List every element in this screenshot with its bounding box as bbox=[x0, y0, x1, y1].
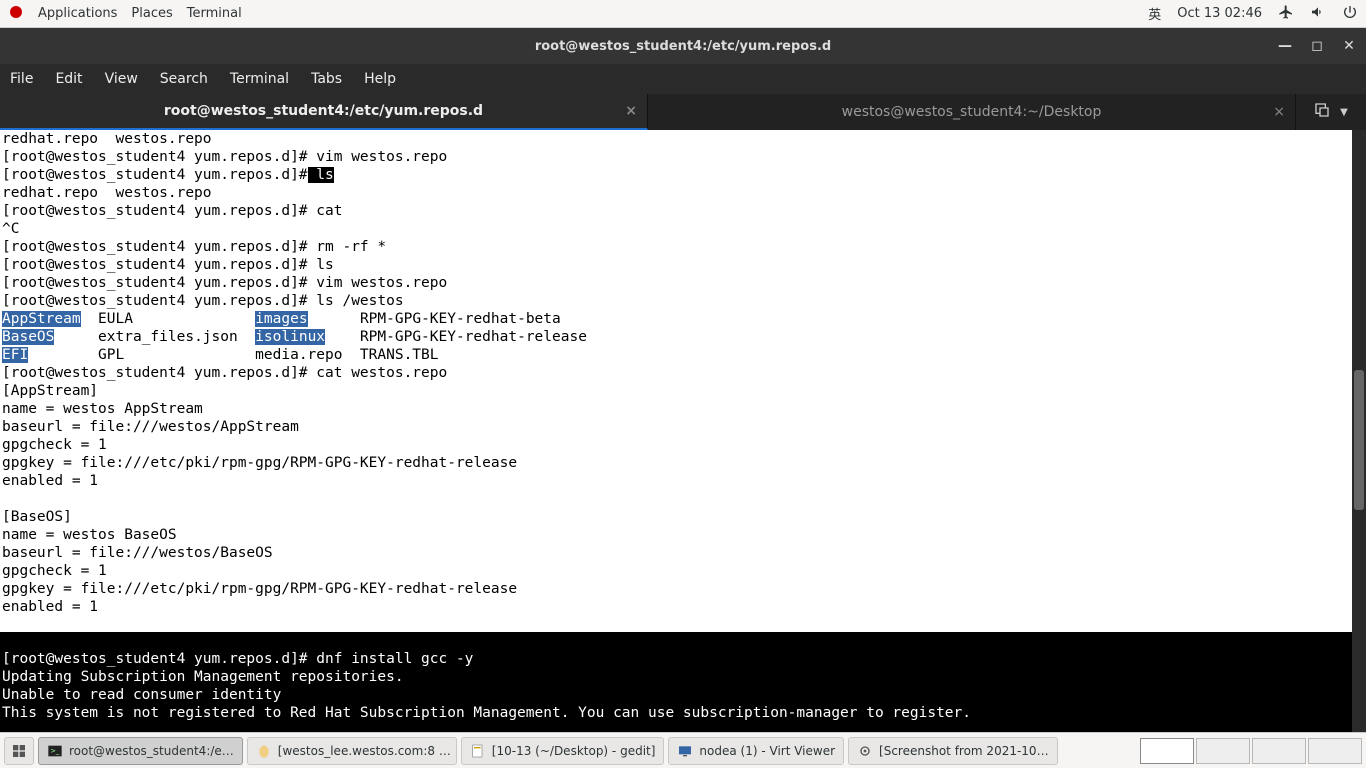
task-egg[interactable]: [westos_lee.westos.com:8 … bbox=[247, 737, 457, 765]
task-screenshot[interactable]: [Screenshot from 2021-10… bbox=[848, 737, 1058, 765]
dir-efi: EFI bbox=[2, 347, 28, 363]
menu-search[interactable]: Search bbox=[160, 71, 208, 87]
tab-label: westos@westos_student4:~/Desktop bbox=[842, 104, 1102, 120]
scrollbar-thumb[interactable] bbox=[1354, 370, 1364, 510]
airplane-mode-icon[interactable] bbox=[1278, 4, 1294, 24]
workspace-3[interactable] bbox=[1252, 738, 1306, 764]
svg-text:>_: >_ bbox=[50, 747, 60, 755]
task-terminal[interactable]: >_ root@westos_student4:/e… bbox=[38, 737, 243, 765]
tab-close-icon[interactable]: × bbox=[1273, 104, 1285, 120]
workspace-2[interactable] bbox=[1196, 738, 1250, 764]
task-label: root@westos_student4:/e… bbox=[69, 744, 234, 758]
tab-overflow-controls: ▼ bbox=[1296, 94, 1366, 130]
show-desktop-button[interactable] bbox=[4, 737, 34, 765]
close-button[interactable]: ✕ bbox=[1338, 35, 1360, 57]
task-gedit[interactable]: [10-13 (~/Desktop) - gedit] bbox=[461, 737, 665, 765]
menu-bar: File Edit View Search Terminal Tabs Help bbox=[0, 64, 1366, 94]
menu-file[interactable]: File bbox=[10, 71, 33, 87]
power-icon[interactable] bbox=[1342, 4, 1358, 24]
clock[interactable]: Oct 13 02:46 bbox=[1177, 6, 1262, 21]
dir-appstream: AppStream bbox=[2, 311, 81, 327]
task-label: [westos_lee.westos.com:8 … bbox=[278, 744, 451, 758]
tab-dropdown-icon[interactable]: ▼ bbox=[1340, 107, 1348, 118]
tab-label: root@westos_student4:/etc/yum.repos.d bbox=[164, 103, 483, 119]
workspace-1[interactable] bbox=[1140, 738, 1194, 764]
input-method-indicator[interactable]: 英 bbox=[1148, 4, 1161, 23]
terminal-scrollbar[interactable] bbox=[1352, 130, 1366, 732]
places-menu[interactable]: Places bbox=[131, 6, 172, 21]
minimize-button[interactable]: — bbox=[1274, 35, 1296, 57]
tab-westos-desktop[interactable]: westos@westos_student4:~/Desktop × bbox=[648, 94, 1296, 130]
workspace-switcher[interactable] bbox=[1140, 738, 1362, 764]
workspace-4[interactable] bbox=[1308, 738, 1362, 764]
menu-view[interactable]: View bbox=[105, 71, 138, 87]
menu-tabs[interactable]: Tabs bbox=[311, 71, 342, 87]
tab-root-yumreposd[interactable]: root@westos_student4:/etc/yum.repos.d × bbox=[0, 94, 648, 130]
gnome-bottom-panel: >_ root@westos_student4:/e… [westos_lee.… bbox=[0, 732, 1366, 768]
task-label: nodea (1) - Virt Viewer bbox=[699, 744, 835, 758]
window-titlebar[interactable]: root@westos_student4:/etc/yum.repos.d — … bbox=[0, 28, 1366, 64]
task-label: [Screenshot from 2021-10… bbox=[879, 744, 1049, 758]
gnome-top-panel: Applications Places Terminal 英 Oct 13 02… bbox=[0, 0, 1366, 28]
volume-icon[interactable] bbox=[1310, 4, 1326, 24]
applications-menu[interactable]: Applications bbox=[38, 6, 117, 21]
tab-bar: root@westos_student4:/etc/yum.repos.d × … bbox=[0, 94, 1366, 130]
tab-send-to-icon[interactable] bbox=[1314, 102, 1330, 122]
task-virt-viewer[interactable]: nodea (1) - Virt Viewer bbox=[668, 737, 844, 765]
task-label: [10-13 (~/Desktop) - gedit] bbox=[492, 744, 656, 758]
menu-help[interactable]: Help bbox=[364, 71, 396, 87]
terminal-output-highlighted: redhat.repo westos.repo [root@westos_stu… bbox=[0, 130, 1352, 632]
redhat-logo-icon bbox=[8, 4, 24, 24]
tab-close-icon[interactable]: × bbox=[625, 103, 637, 119]
terminal-cursor-prev: ls bbox=[308, 167, 334, 183]
dir-images: images bbox=[255, 311, 307, 327]
menu-terminal[interactable]: Terminal bbox=[230, 71, 289, 87]
dir-isolinux: isolinux bbox=[255, 329, 325, 345]
terminal-output-lower: [root@westos_student4 yum.repos.d]# dnf … bbox=[2, 632, 1352, 722]
terminal-window: root@westos_student4:/etc/yum.repos.d — … bbox=[0, 28, 1366, 732]
terminal-viewport[interactable]: redhat.repo westos.repo [root@westos_stu… bbox=[0, 130, 1366, 732]
dir-baseos: BaseOS bbox=[2, 329, 54, 345]
window-title: root@westos_student4:/etc/yum.repos.d bbox=[535, 39, 831, 54]
menu-edit[interactable]: Edit bbox=[55, 71, 82, 87]
maximize-button[interactable]: ◻ bbox=[1306, 35, 1328, 57]
terminal-menu-launcher[interactable]: Terminal bbox=[187, 6, 242, 21]
